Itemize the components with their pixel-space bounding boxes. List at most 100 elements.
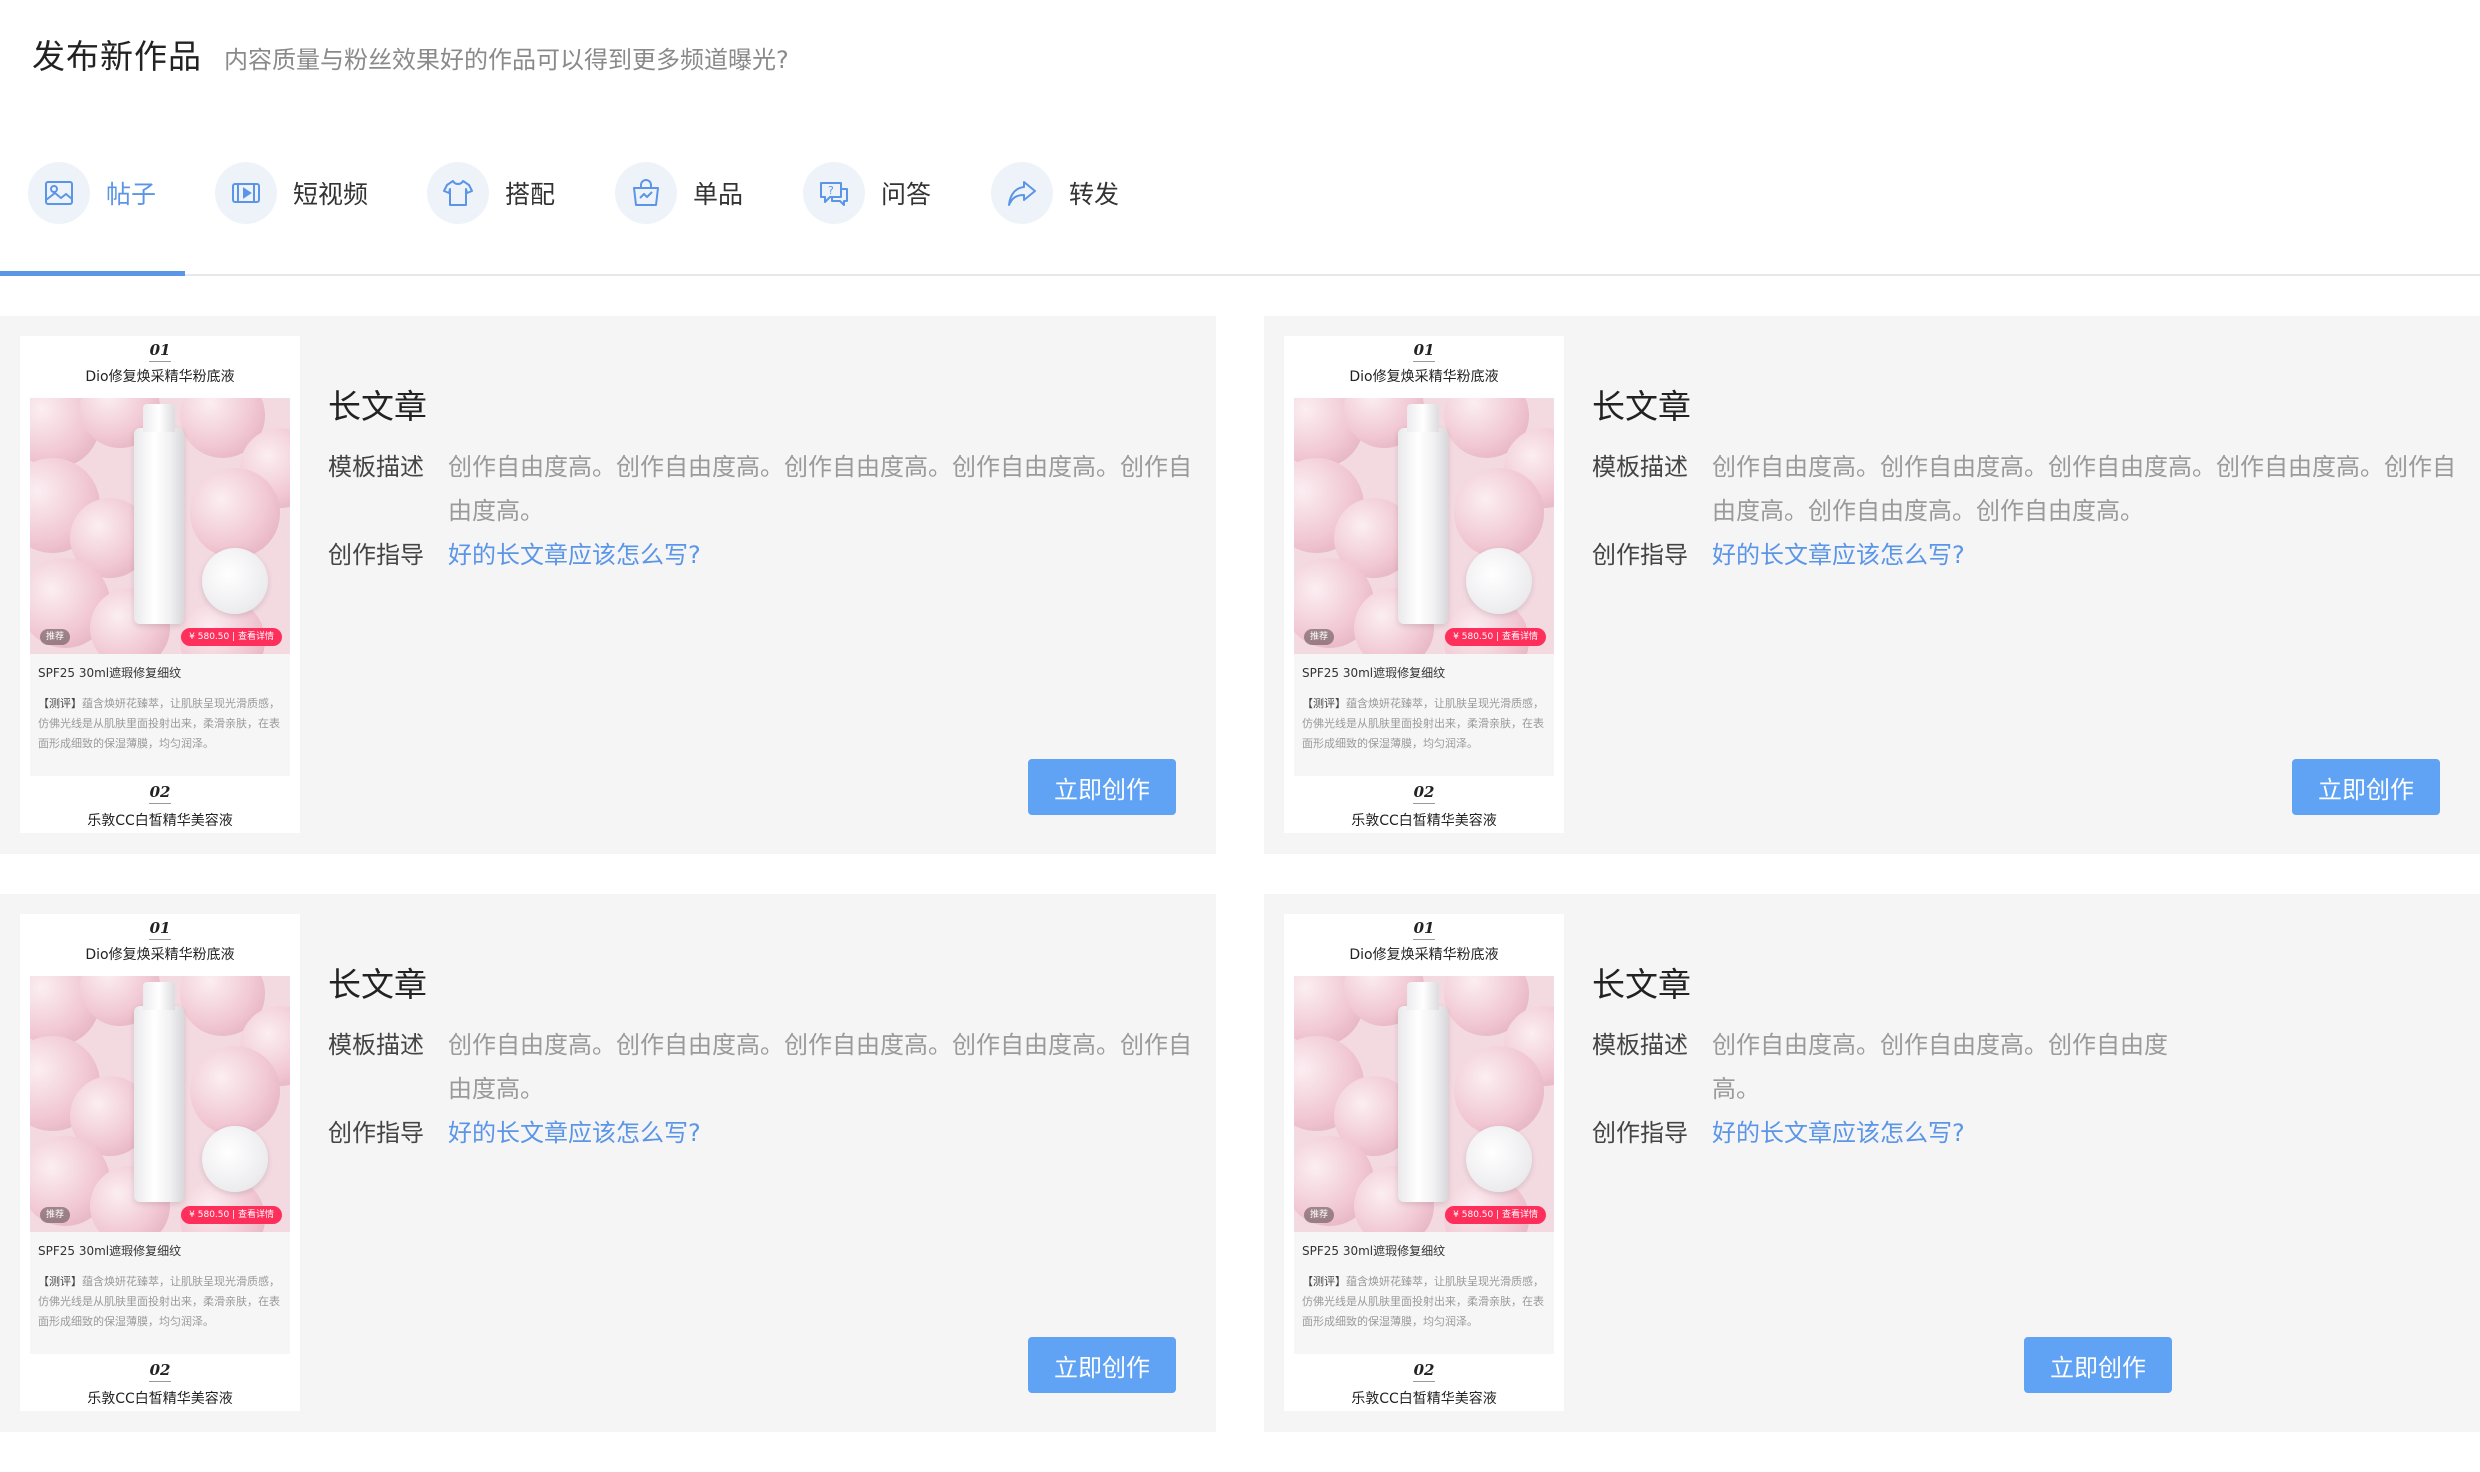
description-line: 创作自由度高。创作自由度高。创作自由度高。创作自由度高。创作自 (448, 453, 1192, 481)
description-label: 模板描述 (1592, 1031, 1688, 1059)
guide-link[interactable]: 好的长文章应该怎么写? (1712, 533, 1965, 577)
tab-qa[interactable]: ? 问答 (803, 158, 931, 228)
preview-review: 【测评】蕴含焕妍花臻萃，让肌肤呈现光滑质感，仿佛光线是从肌肤里面投射出来，柔滑亲… (38, 694, 283, 754)
guide-link[interactable]: 好的长文章应该怎么写? (448, 1111, 701, 1155)
serum-bottle (1398, 404, 1448, 624)
tab-post[interactable]: 帖子 (28, 158, 156, 228)
template-card-4: 01 Dio修复焕采精华粉底液 推荐 ¥ 580.50 | 查看详情 SPF25 (1264, 894, 2480, 1432)
review-tag: 【测评】 (1302, 1275, 1346, 1288)
preview-number: 02 (20, 783, 300, 804)
tab-outfit[interactable]: 搭配 (427, 158, 555, 228)
preview-number: 01 (1284, 919, 1564, 940)
template-guide: 创作指导 好的长文章应该怎么写? (1592, 533, 1965, 577)
guide-link[interactable]: 好的长文章应该怎么写? (448, 533, 701, 577)
description-line: 由度高。 (448, 1075, 544, 1103)
tab-label: 问答 (881, 180, 932, 209)
serum-bottle (134, 404, 184, 624)
description-label: 模板描述 (1592, 453, 1688, 481)
template-preview-image[interactable]: 01 Dio修复焕采精华粉底液 推荐 ¥ 580.50 | 查看详情 SPF25 (1284, 336, 1564, 833)
description-label: 模板描述 (328, 453, 424, 481)
active-tab-indicator (0, 271, 185, 276)
template-description: 模板描述 创作自由度高。创作自由度高。创作自由度高。创作自由度高。创作自 由度高。 (328, 445, 1192, 533)
description-line: 由度高。创作自由度高。创作自由度高。 (1712, 497, 2144, 525)
description-text: 创作自由度高。创作自由度高。创作自由度高。创作自由度高。创作自 由度高。 (448, 1023, 1192, 1111)
template-title: 长文章 (328, 965, 427, 1004)
review-tag: 【测评】 (38, 697, 82, 710)
powder-jar (1466, 548, 1532, 614)
serum-bottle (134, 982, 184, 1202)
template-card-3: 01 Dio修复焕采精华粉底液 推荐 ¥ 580.50 | 查看详情 SPF25 (0, 894, 1216, 1432)
recommend-chip: 推荐 (1304, 629, 1335, 645)
preview-review: 【测评】蕴含焕妍花臻萃，让肌肤呈现光滑质感，仿佛光线是从肌肤里面投射出来，柔滑亲… (1302, 1272, 1547, 1332)
tab-label: 搭配 (505, 180, 556, 209)
preview-number: 02 (20, 1361, 300, 1382)
preview-info: SPF25 30ml遮瑕修复细纹 【测评】蕴含焕妍花臻萃，让肌肤呈现光滑质感，仿… (1294, 1232, 1554, 1354)
preview-product-title: Dio修复焕采精华粉底液 (85, 947, 235, 963)
review-tag: 【测评】 (1302, 697, 1346, 710)
preview-number: 01 (1284, 341, 1564, 362)
template-preview-image[interactable]: 01 Dio修复焕采精华粉底液 推荐 ¥ 580.50 | 查看详情 SPF25 (20, 914, 300, 1411)
product-photo: 推荐 ¥ 580.50 | 查看详情 (1294, 976, 1554, 1232)
preview-product-spec: SPF25 30ml遮瑕修复细纹 (1302, 666, 1446, 680)
tab-label: 短视频 (293, 180, 369, 209)
page-title: 发布新作品 (32, 37, 202, 76)
template-description: 模板描述 创作自由度高。创作自由度高。创作自由度高。创作自由度高。创作自 由度高。 (328, 1023, 1192, 1111)
create-now-button[interactable]: 立即创作 (1028, 759, 1176, 815)
powder-jar (202, 548, 268, 614)
guide-label: 创作指导 (1592, 541, 1688, 569)
description-text: 创作自由度高。创作自由度高。创作自由度高。创作自由度高。创作自 由度高。 (448, 445, 1192, 533)
template-title: 长文章 (1592, 965, 1691, 1004)
guide-label: 创作指导 (328, 1119, 424, 1147)
preview-review: 【测评】蕴含焕妍花臻萃，让肌肤呈现光滑质感，仿佛光线是从肌肤里面投射出来，柔滑亲… (38, 1272, 283, 1332)
tab-label: 帖子 (106, 180, 157, 209)
description-label: 模板描述 (328, 1031, 424, 1059)
preview-number: 01 (20, 341, 300, 362)
image-post-icon (28, 162, 90, 224)
preview-product-title: 乐敦CC白皙精华美容液 (1351, 813, 1497, 829)
preview-info: SPF25 30ml遮瑕修复细纹 【测评】蕴含焕妍花臻萃，让肌肤呈现光滑质感，仿… (1294, 654, 1554, 776)
description-line: 高。 (1712, 1075, 1760, 1103)
guide-label: 创作指导 (1592, 1119, 1688, 1147)
preview-number: 01 (20, 919, 300, 940)
create-now-button[interactable]: 立即创作 (1028, 1337, 1176, 1393)
template-preview-image[interactable]: 01 Dio修复焕采精华粉底液 推荐 ¥ 580.50 | 查看详情 SPF25 (20, 336, 300, 833)
qa-icon: ? (803, 162, 865, 224)
preview-product-title: 乐敦CC白皙精华美容液 (87, 1391, 233, 1407)
preview-product-spec: SPF25 30ml遮瑕修复细纹 (38, 666, 182, 680)
review-tag: 【测评】 (38, 1275, 82, 1288)
tshirt-icon (427, 162, 489, 224)
recommend-chip: 推荐 (1304, 1207, 1335, 1223)
page-subtitle: 内容质量与粉丝效果好的作品可以得到更多频道曝光? (224, 46, 789, 74)
description-line: 创作自由度高。创作自由度高。创作自由度高。创作自由度高。创作自 (1712, 453, 2456, 481)
template-card-2: 01 Dio修复焕采精华粉底液 推荐 ¥ 580.50 | 查看详情 SPF25 (1264, 316, 2480, 854)
template-card-1: 01 Dio修复焕采精华粉底液 推荐 ¥ 580.50 | 查看详情 SPF25 (0, 316, 1216, 854)
preview-info: SPF25 30ml遮瑕修复细纹 【测评】蕴含焕妍花臻萃，让肌肤呈现光滑质感，仿… (30, 654, 290, 776)
preview-product-spec: SPF25 30ml遮瑕修复细纹 (1302, 1244, 1446, 1258)
video-icon (215, 162, 277, 224)
create-now-button[interactable]: 立即创作 (2024, 1337, 2172, 1393)
serum-bottle (1398, 982, 1448, 1202)
share-icon (991, 162, 1053, 224)
page-header: 发布新作品 内容质量与粉丝效果好的作品可以得到更多频道曝光? (32, 30, 789, 80)
tab-item[interactable]: 单品 (615, 158, 743, 228)
create-now-button[interactable]: 立即创作 (2292, 759, 2440, 815)
guide-link[interactable]: 好的长文章应该怎么写? (1712, 1111, 1965, 1155)
preview-product-title: 乐敦CC白皙精华美容液 (1351, 1391, 1497, 1407)
description-text: 创作自由度高。创作自由度高。创作自由度高。创作自由度高。创作自 由度高。创作自由度… (1712, 445, 2456, 533)
preview-product-title: Dio修复焕采精华粉底液 (85, 369, 235, 385)
bag-icon (615, 162, 677, 224)
template-preview-image[interactable]: 01 Dio修复焕采精华粉底液 推荐 ¥ 580.50 | 查看详情 SPF25 (1284, 914, 1564, 1411)
content-type-tabs: 帖子 短视频 搭配 单品 ? 问答 转发 (0, 158, 2480, 276)
template-guide: 创作指导 好的长文章应该怎么写? (1592, 1111, 1965, 1155)
preview-product-title: Dio修复焕采精华粉底液 (1349, 369, 1499, 385)
tab-short-video[interactable]: 短视频 (215, 158, 368, 228)
preview-product-title: 乐敦CC白皙精华美容液 (87, 813, 233, 829)
product-photo: 推荐 ¥ 580.50 | 查看详情 (30, 398, 290, 654)
price-tag: ¥ 580.50 | 查看详情 (1445, 1206, 1546, 1224)
description-line: 由度高。 (448, 497, 544, 525)
tab-repost[interactable]: 转发 (991, 158, 1119, 228)
recommend-chip: 推荐 (40, 629, 71, 645)
guide-label: 创作指导 (328, 541, 424, 569)
template-title: 长文章 (328, 387, 427, 426)
preview-product-spec: SPF25 30ml遮瑕修复细纹 (38, 1244, 182, 1258)
